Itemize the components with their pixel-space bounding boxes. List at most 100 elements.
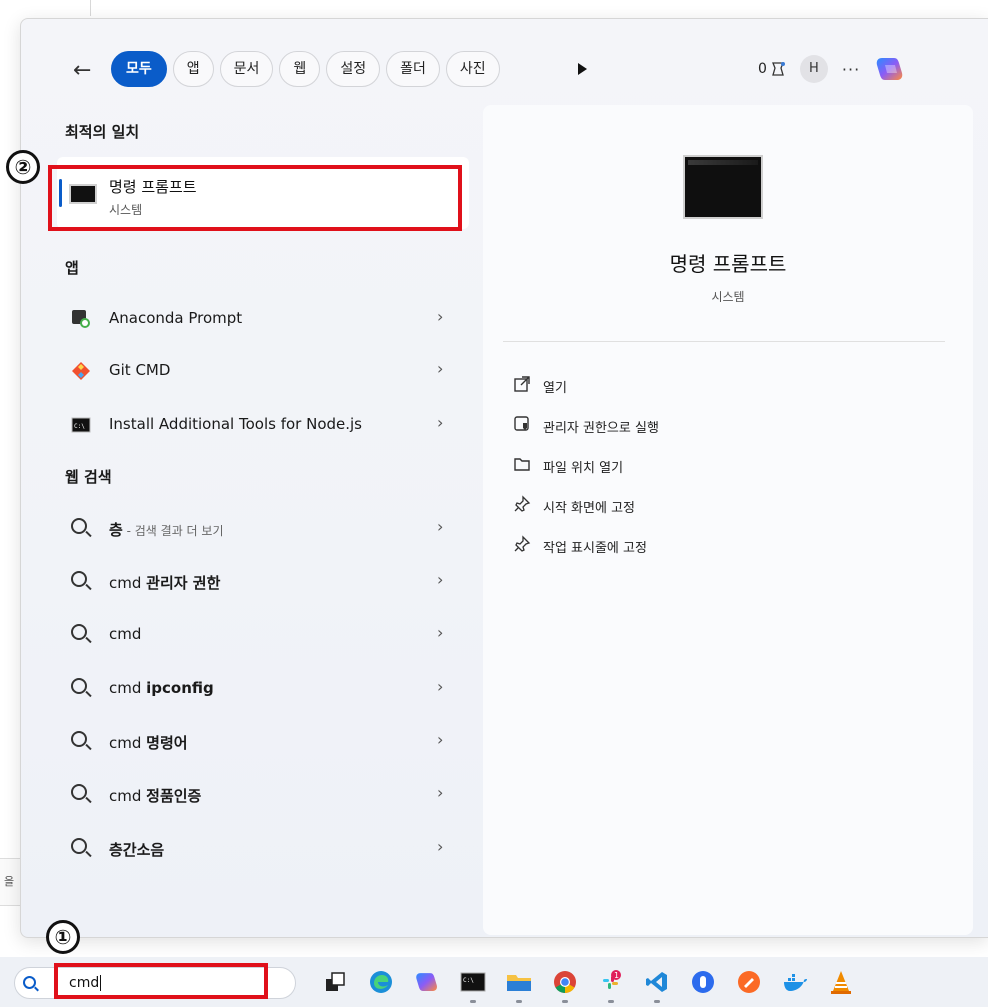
slack-icon[interactable]: 1: [594, 965, 628, 1003]
pin-icon: [514, 535, 531, 552]
file-explorer-icon[interactable]: [502, 965, 536, 1003]
avatar[interactable]: H: [799, 55, 828, 83]
step-1-marker: ①: [46, 920, 80, 954]
list-item-label: Install Additional Tools for Node.js: [109, 415, 363, 433]
git-icon: [72, 362, 90, 380]
search-panel: ← 모두 앱 문서 웹 설정 폴더 사진 0 H ··· 최적의 일치 명령 프…: [20, 18, 988, 938]
list-item-label: Git CMD: [109, 361, 171, 379]
action-label: 파일 위치 열기: [543, 461, 624, 476]
rewards-icon: [771, 62, 785, 76]
filter-all[interactable]: 모두: [111, 51, 167, 87]
svg-text:C:\: C:\: [463, 977, 474, 984]
search-icon: [71, 571, 87, 587]
chevron-right-icon: ›: [437, 783, 444, 802]
chevron-right-icon: ›: [437, 359, 444, 378]
filter-web[interactable]: 웹: [279, 51, 321, 87]
svg-text:C:\: C:\: [74, 423, 85, 430]
search-icon: [71, 678, 87, 694]
filter-folders[interactable]: 폴더: [386, 51, 440, 87]
svg-text:1: 1: [614, 971, 619, 980]
pin-icon: [514, 495, 531, 512]
search-icon: [71, 518, 87, 534]
web-result-label: cmd ipconfig: [109, 679, 214, 697]
more-filters-icon[interactable]: [578, 63, 587, 75]
terminal-taskbar-icon[interactable]: C:\: [456, 965, 490, 1003]
action-label: 시작 화면에 고정: [543, 501, 635, 516]
web-result-item[interactable]: 층 - 검색 결과 더 보기 ›: [57, 507, 469, 551]
web-result-label: 층간소음: [109, 841, 165, 859]
divider: [503, 341, 945, 342]
edge-icon[interactable]: [364, 965, 398, 999]
search-icon: [71, 731, 87, 747]
chrome-icon[interactable]: [548, 965, 582, 1003]
command-prompt-large-icon: [683, 155, 763, 219]
vlc-icon[interactable]: [824, 965, 858, 999]
chevron-right-icon: ›: [437, 837, 444, 856]
taskbar-apps: C:\ 1: [318, 965, 858, 1003]
chevron-right-icon: ›: [437, 677, 444, 696]
search-icon: [71, 784, 87, 800]
filter-bar: ← 모두 앱 문서 웹 설정 폴더 사진 0 H ···: [21, 19, 988, 119]
back-button[interactable]: ←: [73, 59, 91, 83]
detail-subtitle: 시스템: [711, 290, 745, 304]
web-result-item[interactable]: 층간소음 ›: [57, 827, 469, 871]
list-item-label: Anaconda Prompt: [109, 309, 243, 327]
web-result-label: cmd 정품인증: [109, 787, 202, 805]
task-view-icon[interactable]: [318, 965, 352, 999]
web-result-item[interactable]: cmd 명령어 ›: [57, 720, 469, 764]
open-external-icon: [514, 376, 530, 392]
search-icon: [71, 838, 87, 854]
cmd-icon: C:\: [71, 417, 91, 433]
chevron-right-icon: ›: [437, 517, 444, 536]
filter-settings[interactable]: 설정: [326, 51, 381, 87]
action-label: 열기: [543, 381, 567, 396]
web-result-label: cmd 명령어: [109, 734, 188, 752]
list-item[interactable]: Git CMD ›: [57, 349, 469, 393]
background-window-fragment: 을: [0, 858, 20, 906]
search-icon: [71, 624, 87, 640]
more-options-button[interactable]: ···: [842, 60, 860, 79]
filter-chips: 모두 앱 문서 웹 설정 폴더 사진: [111, 51, 500, 87]
search-icon: [23, 976, 36, 989]
step-2-marker: ②: [6, 150, 40, 184]
list-item[interactable]: C:\ Install Additional Tools for Node.js…: [57, 403, 469, 447]
copilot-icon[interactable]: [874, 55, 906, 83]
detail-pane: 명령 프롬프트 시스템 열기 관리자 권한으로 실행 파일 위치 열기 시작 화…: [483, 105, 973, 935]
signal-icon[interactable]: [686, 965, 720, 999]
brave-icon[interactable]: [732, 965, 766, 999]
list-item[interactable]: Anaconda Prompt ›: [57, 297, 469, 341]
apps-heading: 앱: [65, 259, 79, 277]
web-result-item[interactable]: cmd 정품인증 ›: [57, 773, 469, 817]
rewards-points[interactable]: 0: [758, 61, 786, 77]
anaconda-icon: [72, 310, 90, 328]
web-result-label: 층 - 검색 결과 더 보기: [109, 521, 224, 539]
chevron-right-icon: ›: [437, 623, 444, 642]
folder-icon: [514, 458, 530, 471]
copilot-taskbar-icon[interactable]: [410, 965, 444, 999]
filter-apps[interactable]: 앱: [172, 51, 214, 87]
action-label: 관리자 권한으로 실행: [543, 421, 659, 436]
chevron-right-icon: ›: [437, 307, 444, 326]
docker-icon[interactable]: [778, 965, 812, 999]
highlight-box-best-match: [48, 165, 462, 231]
admin-shield-icon: [514, 416, 529, 431]
filter-photos[interactable]: 사진: [445, 51, 500, 87]
web-result-label: cmd 관리자 권한: [109, 574, 221, 592]
chevron-right-icon: ›: [437, 730, 444, 749]
account-area: 0 H ···: [758, 55, 906, 83]
points-value: 0: [758, 61, 767, 77]
chevron-right-icon: ›: [437, 570, 444, 589]
web-search-heading: 웹 검색: [65, 468, 112, 486]
filter-documents[interactable]: 문서: [219, 51, 274, 87]
web-result-item[interactable]: cmd 관리자 권한 ›: [57, 560, 469, 604]
web-result-label: cmd: [109, 625, 142, 643]
highlight-box-search: [54, 963, 268, 999]
detail-title: 명령 프롬프트: [669, 252, 787, 276]
best-match-heading: 최적의 일치: [65, 123, 140, 141]
chevron-right-icon: ›: [437, 413, 444, 432]
action-label: 작업 표시줄에 고정: [543, 541, 647, 556]
background-divider: [90, 0, 91, 16]
web-result-item[interactable]: cmd ›: [57, 613, 469, 657]
web-result-item[interactable]: cmd ipconfig ›: [57, 667, 469, 711]
vscode-icon[interactable]: [640, 965, 674, 1003]
